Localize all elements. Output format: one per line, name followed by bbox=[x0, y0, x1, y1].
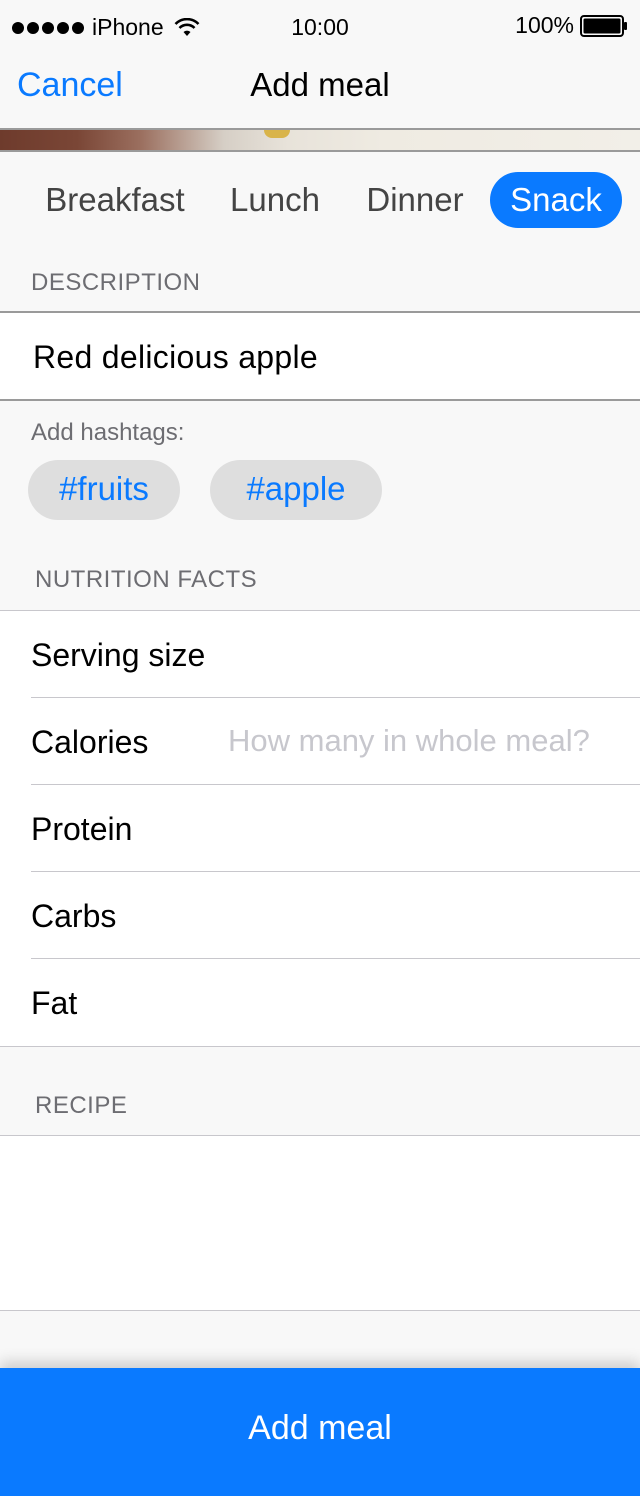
nutrition-row-serving-size[interactable]: Serving size bbox=[0, 611, 640, 698]
add-meal-button[interactable]: Add meal bbox=[0, 1368, 640, 1496]
meal-type-breakfast[interactable]: Breakfast bbox=[30, 172, 200, 228]
nutrition-table: Serving size Calories Protein Carbs Fat bbox=[0, 610, 640, 1047]
nutrition-row-carbs[interactable]: Carbs bbox=[0, 872, 640, 959]
status-bar: iPhone 10:00 100% bbox=[0, 0, 640, 48]
hashtags-label: Add hashtags: bbox=[31, 419, 185, 446]
fat-input[interactable] bbox=[228, 981, 618, 1023]
description-header: DESCRIPTION bbox=[31, 269, 201, 296]
photo-detail bbox=[264, 130, 290, 138]
carrier-name: iPhone bbox=[92, 14, 164, 40]
serving-size-label: Serving size bbox=[31, 637, 206, 673]
meal-type-snack[interactable]: Snack bbox=[490, 172, 622, 228]
protein-label: Protein bbox=[31, 811, 133, 847]
nutrition-facts-header: NUTRITION FACTS bbox=[35, 566, 258, 593]
meal-type-dinner[interactable]: Dinner bbox=[350, 172, 480, 228]
serving-size-input[interactable] bbox=[228, 633, 618, 675]
meal-type-lunch[interactable]: Lunch bbox=[210, 172, 340, 228]
wifi-icon bbox=[174, 17, 200, 36]
nutrition-row-calories[interactable]: Calories bbox=[0, 698, 640, 785]
recipe-text-area[interactable] bbox=[0, 1135, 640, 1311]
nutrition-row-protein[interactable]: Protein bbox=[0, 785, 640, 872]
cancel-button[interactable]: Cancel bbox=[17, 66, 123, 105]
protein-input[interactable] bbox=[228, 807, 618, 849]
signal-strength-icon bbox=[12, 21, 84, 34]
navigation-bar: Cancel Add meal bbox=[0, 48, 640, 128]
recipe-header: RECIPE bbox=[35, 1092, 128, 1119]
calories-label: Calories bbox=[31, 724, 149, 760]
battery-icon bbox=[580, 14, 627, 37]
nutrition-row-fat[interactable]: Fat bbox=[0, 959, 640, 1046]
meal-photo[interactable] bbox=[0, 128, 640, 152]
hashtag-chip-fruits[interactable]: #fruits bbox=[28, 460, 180, 520]
hashtag-chip-apple[interactable]: #apple bbox=[210, 460, 382, 520]
fat-label: Fat bbox=[31, 985, 78, 1021]
status-left: iPhone bbox=[12, 14, 200, 41]
status-right: 100% bbox=[515, 12, 628, 39]
description-value: Red delicious apple bbox=[33, 339, 318, 375]
carbs-input[interactable] bbox=[228, 894, 618, 936]
carbs-label: Carbs bbox=[31, 898, 117, 934]
calories-input[interactable] bbox=[228, 720, 618, 762]
battery-percentage: 100% bbox=[515, 12, 574, 38]
meal-type-selector: Breakfast Lunch Dinner Snack bbox=[0, 152, 640, 250]
description-field[interactable]: Red delicious apple bbox=[0, 311, 640, 401]
